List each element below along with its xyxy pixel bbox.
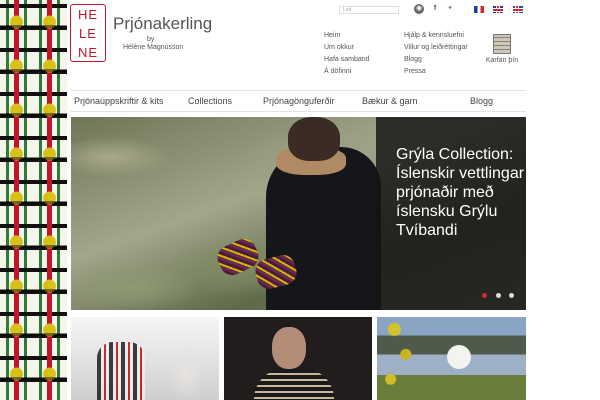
page: HE LE NE Prjónakerling by Hélène Magnúss…	[0, 0, 600, 400]
basket-icon	[493, 34, 511, 54]
top-links-secondary: Hjálp & kennsluefni Villur og leiðréttin…	[404, 30, 468, 78]
nav-item-blog[interactable]: Blogg	[470, 96, 493, 106]
link-villur[interactable]: Villur og leiðréttingar	[404, 42, 468, 54]
link-pressa[interactable]: Pressa	[404, 66, 468, 78]
slider-dot-3[interactable]	[509, 293, 514, 298]
hero-photo-knitter	[213, 117, 381, 310]
thumbnail-mittens[interactable]	[71, 317, 219, 400]
link-blogg-top[interactable]: Blogg	[404, 54, 468, 66]
site-title[interactable]: Prjónakerling	[113, 14, 212, 34]
link-hjalp[interactable]: Hjálp & kennsluefni	[404, 30, 468, 42]
link-hafa-samband[interactable]: Hafa samband	[324, 54, 370, 66]
twitter-icon[interactable]: ✦	[445, 4, 455, 14]
thumbnail-landscape[interactable]	[377, 317, 526, 400]
thumbnail-portrait[interactable]	[224, 317, 372, 400]
cart-button[interactable]: Karfan þín	[484, 34, 520, 64]
main-navigation: Prjónauppskriftir & kits Collections Prj…	[70, 90, 526, 112]
site-author: Hélène Magnússon	[123, 44, 184, 51]
flag-uk-icon[interactable]	[493, 6, 503, 13]
nav-item-books-yarn[interactable]: Bækur & garn	[362, 96, 418, 106]
hero-caption[interactable]: Grýla Collection: Íslenskir vettlingar p…	[376, 117, 526, 310]
logo-letters-2: LE	[79, 26, 97, 41]
rss-icon[interactable]: ◉	[414, 4, 424, 14]
logo-letters-1: HE	[77, 7, 99, 22]
top-links-primary: Heim Um okkur Hafa samband Á döfinni	[324, 30, 370, 78]
logo-letters-3: NE	[77, 45, 99, 60]
link-um-okkur[interactable]: Um okkur	[324, 42, 370, 54]
slider-dot-1[interactable]	[482, 293, 488, 298]
search-input[interactable]: Leit	[339, 6, 399, 14]
slider-dots	[478, 285, 514, 303]
facebook-icon[interactable]: f	[430, 4, 440, 14]
nav-item-knitting-tours[interactable]: Prjónagönguferðir	[263, 96, 335, 106]
nav-item-patterns[interactable]: Prjónauppskriftir & kits	[74, 96, 164, 106]
slider-dot-2[interactable]	[495, 293, 501, 298]
nav-item-collections[interactable]: Collections	[188, 96, 232, 106]
hero-slider[interactable]: Grýla Collection: Íslenskir vettlingar p…	[71, 117, 526, 310]
decorative-pattern-strip	[0, 0, 67, 400]
cart-label: Karfan þín	[485, 57, 519, 64]
site-by: by	[147, 36, 155, 43]
flag-fr-icon[interactable]	[474, 6, 484, 13]
link-a-dofinni[interactable]: Á döfinni	[324, 66, 370, 78]
helene-logo[interactable]: HE LE NE	[70, 4, 106, 62]
link-heim[interactable]: Heim	[324, 30, 370, 42]
flag-is-icon[interactable]	[513, 6, 523, 13]
